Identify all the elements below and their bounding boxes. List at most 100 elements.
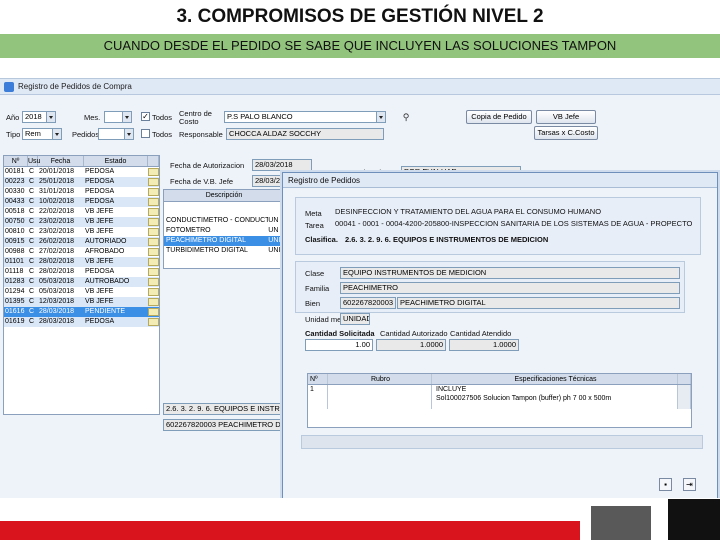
document-icon[interactable] xyxy=(148,228,159,236)
table-row[interactable]: 01294 C 05/03/2018 VB JEFE xyxy=(4,287,159,297)
binoculars-icon[interactable]: ⚲ xyxy=(400,112,412,122)
document-icon[interactable] xyxy=(148,308,159,316)
tipo-label: Tipo xyxy=(6,130,21,139)
list-item[interactable]: CONDUCTIMETRO - CONDUCTIMETRUN xyxy=(164,216,284,226)
save-icon[interactable]: ▪ xyxy=(659,478,672,491)
spec-row[interactable]: 1 INCLUYE Sol100027506 Solucion Tampon (… xyxy=(308,385,691,409)
todos-mes-checkbox[interactable]: ✓ xyxy=(141,112,150,121)
table-row[interactable]: 00223 C 25/01/2018 PEDOSA xyxy=(4,177,159,187)
clase-field: EQUIPO INSTRUMENTOS DE MEDICION xyxy=(340,267,680,279)
document-icon[interactable] xyxy=(148,298,159,306)
table-row[interactable]: 01619 C 28/03/2018 PEDOSA xyxy=(4,317,159,327)
cantidad-atendida-label: Cantidad Atendido xyxy=(450,329,512,338)
fecha-autorizacion-field: 28/03/2018 xyxy=(252,159,312,171)
clasifica-value: 2.6. 3. 2. 9. 6. EQUIPOS E INSTRUMENTOS … xyxy=(345,235,549,244)
chevron-down-icon xyxy=(122,112,131,122)
document-icon[interactable] xyxy=(148,258,159,266)
tipo-select[interactable]: Rem xyxy=(22,128,62,140)
document-icon[interactable] xyxy=(148,318,159,326)
document-icon[interactable] xyxy=(148,168,159,176)
dialog-titlebar: Registro de Pedidos xyxy=(283,173,717,188)
chevron-down-icon xyxy=(376,112,385,122)
anio-select[interactable]: 2018 xyxy=(22,111,56,123)
table-row[interactable]: 00810 C 23/02/2018 VB JEFE xyxy=(4,227,159,237)
products-body: CONDUCTIMETRO - CONDUCTIMETRUNFOTOMETROU… xyxy=(164,216,284,256)
document-icon[interactable] xyxy=(148,198,159,206)
list-item[interactable]: PEACHIMETRO DIGITAL UNI xyxy=(164,236,284,246)
bien-desc-field: PEACHIMETRO DIGITAL xyxy=(397,297,680,309)
table-row[interactable]: 00750 C 23/02/2018 VB JEFE xyxy=(4,217,159,227)
pedidos-select[interactable] xyxy=(98,128,134,140)
document-icon[interactable] xyxy=(148,208,159,216)
document-icon[interactable] xyxy=(148,188,159,196)
tarea-value: 00041 - 0001 - 0004-4200-205800-INSPECCI… xyxy=(335,219,693,228)
orders-table: Nº Usu Fecha Estado 00181 C 20/01/2018 PEDO… xyxy=(3,155,160,415)
specs-table: Nº Rubro Especificaciones Técnicas 1 INC… xyxy=(307,373,692,428)
footer-gray-block xyxy=(591,506,651,540)
table-row[interactable]: 00988 C 27/02/2018 AFROBADO xyxy=(4,247,159,257)
bien-field: 602267820003 PEACHIMETRO DIG xyxy=(163,419,281,431)
clasifica-label: Clasifica. xyxy=(305,235,338,244)
products-table: Descripción CONDUCTIMETRO - CONDUCTIMETR… xyxy=(163,189,285,269)
table-row[interactable]: 00915 C 26/02/2018 AUTORIADO xyxy=(4,237,159,247)
products-header: Descripción xyxy=(164,190,284,202)
cantidad-solicitada-input[interactable]: 1.00 xyxy=(305,339,373,351)
cantidad-autorizada-label: Cantidad Autorizado xyxy=(380,329,448,338)
list-item[interactable]: TURBIDIMETRO DIGITAL UNI xyxy=(164,246,284,256)
pedidos-window: Registro de Pedidos de Compra Año 2018 M… xyxy=(0,78,720,498)
window-title: Registro de Pedidos de Compra xyxy=(18,82,132,91)
bien-label: Bien xyxy=(305,299,321,308)
document-icon[interactable] xyxy=(148,278,159,286)
document-icon[interactable] xyxy=(148,218,159,226)
clasificador-field: 2.6. 3. 2. 9. 6. EQUIPOS E INSTRU xyxy=(163,403,281,415)
table-row[interactable]: 00518 C 22/02/2018 VB JEFE xyxy=(4,207,159,217)
window-titlebar: Registro de Pedidos de Compra xyxy=(0,79,720,95)
cantidad-autorizada-field: 1.0000 xyxy=(376,339,446,351)
table-row[interactable]: 00330 C 31/01/2018 PEDOSA xyxy=(4,187,159,197)
document-icon[interactable] xyxy=(148,268,159,276)
mes-select[interactable] xyxy=(104,111,132,123)
todos-label-2: Todos xyxy=(152,130,173,139)
footer-black-block xyxy=(668,499,720,540)
document-icon[interactable] xyxy=(148,248,159,256)
chevron-down-icon xyxy=(46,112,55,122)
table-row[interactable]: 01283 C 05/03/2018 AUTROBADO xyxy=(4,277,159,287)
todos-pedidos-checkbox[interactable] xyxy=(141,129,150,138)
table-row[interactable]: 01395 C 12/03/2018 VB JEFE xyxy=(4,297,159,307)
specs-header: Nº Rubro Especificaciones Técnicas xyxy=(308,374,691,385)
registro-pedidos-dialog: Registro de Pedidos Meta DESINFECCION Y … xyxy=(282,172,718,498)
fecha-autorizacion-label: Fecha de Autorizacion xyxy=(170,161,245,170)
vb-jefe-button[interactable]: VB Jefe xyxy=(536,110,596,124)
dialog-footer-bar xyxy=(301,435,703,449)
table-row[interactable]: 00433 C 10/02/2018 PEDOSA xyxy=(4,197,159,207)
bien-code-field: 602267820003 xyxy=(340,297,396,309)
app-icon xyxy=(4,82,14,92)
table-row[interactable]: 01616 C 28/03/2018 PENDIENTE xyxy=(4,307,159,317)
cantidad-solicitada-label: Cantidad Solicitada xyxy=(305,329,375,338)
table-row[interactable]: 01118 C 28/02/2018 PEDOSA xyxy=(4,267,159,277)
slide-title: 3. COMPROMISOS DE GESTIÓN NIVEL 2 xyxy=(0,0,720,34)
copia-pedido-button[interactable]: Copia de Pedido xyxy=(466,110,532,124)
centro-costo-label: Centro de Costo xyxy=(179,109,212,126)
footer-red-bar xyxy=(0,521,580,540)
slide-subtitle: CUANDO DESDE EL PEDIDO SE SABE QUE INCLU… xyxy=(0,34,720,58)
tarsas-costo-button[interactable]: Tarsas x C.Costo xyxy=(534,126,598,140)
clase-label: Clase xyxy=(305,269,325,278)
orders-table-header: Nº Usu Fecha Estado xyxy=(4,156,159,167)
document-icon[interactable] xyxy=(148,178,159,186)
cantidad-atendida-field: 1.0000 xyxy=(449,339,519,351)
table-row[interactable]: 00181 C 20/01/2018 PEDOSA xyxy=(4,167,159,177)
centro-costo-select[interactable]: P.S PALO BLANCO xyxy=(224,111,386,123)
table-row[interactable]: 01101 C 28/02/2018 VB JEFE xyxy=(4,257,159,267)
document-icon[interactable] xyxy=(148,238,159,246)
meta-value: DESINFECCION Y TRATAMIENTO DEL AGUA PARA… xyxy=(335,207,602,216)
dialog-title: Registro de Pedidos xyxy=(288,176,361,185)
scrollbar[interactable] xyxy=(678,385,691,409)
meta-label: Meta xyxy=(305,209,322,218)
unidad-field: UNIDAD xyxy=(340,313,370,325)
exit-icon[interactable]: ⇥ xyxy=(683,478,696,491)
chevron-down-icon xyxy=(52,129,61,139)
document-icon[interactable] xyxy=(148,288,159,296)
familia-field: PEACHIMETRO xyxy=(340,282,680,294)
list-item[interactable]: FOTOMETRO UN xyxy=(164,226,284,236)
